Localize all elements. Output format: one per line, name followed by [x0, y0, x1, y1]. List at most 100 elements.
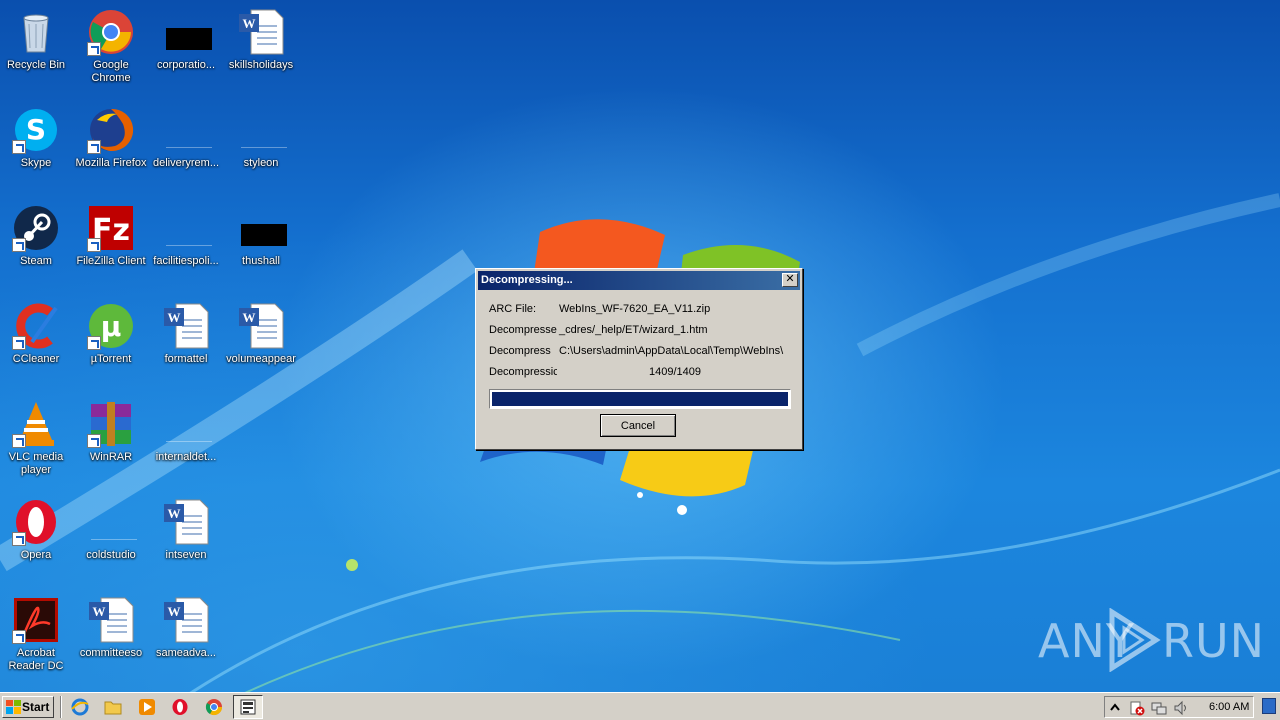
internet-explorer-icon[interactable] [71, 698, 89, 716]
media-player-icon[interactable] [138, 698, 156, 716]
progress-fill [492, 392, 788, 406]
desktop-icon-skype[interactable]: S Skype [0, 106, 73, 170]
word-document-icon: W [162, 498, 210, 546]
desktop-icon-winrar[interactable]: WinRAR [74, 400, 148, 464]
desktop-icon-intseven[interactable]: W intseven [149, 498, 223, 562]
show-desktop-button[interactable] [1262, 698, 1276, 714]
desktop-icon-acrobat[interactable]: Acrobat Reader DC [0, 596, 73, 673]
desktop[interactable]: Recycle Bin Google Chrome corporatio... … [0, 0, 1280, 692]
cancel-button[interactable]: Cancel [600, 414, 676, 437]
count-label: Decompressic [489, 366, 557, 378]
recycle-bin-icon [12, 8, 60, 56]
taskbar-active-window[interactable] [233, 695, 263, 719]
desktop-icon-label: Google Chrome [91, 59, 131, 84]
redacted-icon [162, 8, 212, 56]
blank-file-icon [162, 106, 212, 154]
ccleaner-icon [12, 302, 60, 350]
redacted-icon [237, 204, 287, 252]
desktop-icon-vlc[interactable]: VLC media player [0, 400, 73, 477]
desktop-icon-label: CCleaner [12, 353, 60, 365]
desktop-icon-google-chrome[interactable]: Google Chrome [74, 8, 148, 85]
desktop-icon-internaldet[interactable]: internaldet... [149, 400, 223, 464]
svg-text:W: W [168, 604, 181, 619]
taskbar: Start 6:00 AM [0, 692, 1280, 720]
svg-text:W: W [93, 604, 106, 619]
count-value: 1409/1409 [649, 366, 701, 378]
desktop-icon-label: FileZilla Client [76, 255, 146, 267]
volume-icon[interactable] [1173, 700, 1189, 716]
winrar-icon [87, 400, 135, 448]
clock[interactable]: 6:00 AM [1209, 701, 1249, 713]
word-document-icon: W [87, 596, 135, 644]
start-label: Start [22, 700, 50, 714]
svg-text:µ: µ [101, 310, 122, 343]
desktop-icon-label: facilitiespoli... [153, 255, 219, 267]
desktop-icon-skillsholidays[interactable]: W skillsholidays [224, 8, 298, 72]
dialog-titlebar[interactable]: Decompressing... ✕ [478, 271, 800, 290]
desktop-icon-utorrent[interactable]: µ µTorrent [74, 302, 148, 366]
start-button[interactable]: Start [2, 696, 54, 718]
desktop-icon-corporatio[interactable]: corporatio... [149, 8, 223, 72]
desktop-icon-steam[interactable]: Steam [0, 204, 73, 268]
arc-file-label: ARC File: [489, 303, 537, 315]
play-logo-icon [1109, 608, 1161, 672]
desktop-icon-volumeappear[interactable]: W volumeappear [224, 302, 298, 366]
desktop-icon-label: µTorrent [90, 353, 132, 365]
desktop-icon-deliveryrem[interactable]: deliveryrem... [149, 106, 223, 170]
destination-label: Decompress [489, 345, 551, 357]
desktop-icon-label: volumeappear [226, 353, 296, 365]
firefox-icon [87, 106, 135, 154]
desktop-icon-formattel[interactable]: W formattel [149, 302, 223, 366]
desktop-icon-recycle-bin[interactable]: Recycle Bin [0, 8, 73, 72]
security-alert-icon[interactable] [1129, 700, 1145, 716]
arc-file-value: WebIns_WF-7620_EA_V11.zip [559, 303, 711, 315]
shortcut-arrow-icon [12, 630, 26, 644]
svg-text:W: W [243, 310, 256, 325]
desktop-icon-committeeso[interactable]: W committeeso [74, 596, 148, 660]
shortcut-arrow-icon [12, 434, 26, 448]
desktop-icon-facilitiespoli[interactable]: facilitiespoli... [149, 204, 223, 268]
blank-file-icon [237, 106, 287, 154]
desktop-icon-label: coldstudio [86, 549, 136, 561]
desktop-icon-label: committeeso [79, 647, 143, 659]
desktop-icon-label: corporatio... [156, 59, 216, 71]
desktop-icon-label: WinRAR [89, 451, 133, 463]
desktop-icon-styleon[interactable]: styleon [224, 106, 298, 170]
desktop-icon-filezilla[interactable]: Fz FileZilla Client [74, 204, 148, 268]
system-tray: 6:00 AM [1104, 696, 1254, 718]
watermark-text-right: RUN [1162, 614, 1266, 668]
dialog-title: Decompressing... [481, 274, 573, 286]
desktop-icon-sameadva[interactable]: W sameadva... [149, 596, 223, 660]
utorrent-icon: µ [87, 302, 135, 350]
shortcut-arrow-icon [12, 532, 26, 546]
desktop-icon-label: Recycle Bin [6, 59, 66, 71]
desktop-icon-label: internaldet... [155, 451, 217, 463]
network-icon[interactable] [1151, 700, 1167, 716]
destination-value: C:\Users\admin\AppData\Local\Temp\WebIns… [559, 345, 784, 357]
word-document-icon: W [237, 302, 285, 350]
desktop-icon-label: Skype [20, 157, 52, 169]
taskbar-separator [60, 696, 62, 718]
desktop-icon-opera[interactable]: Opera [0, 498, 73, 562]
skype-icon: S [12, 106, 60, 154]
opera-icon[interactable] [171, 698, 189, 716]
svg-text:W: W [243, 16, 256, 31]
desktop-icon-label: styleon [243, 157, 279, 169]
desktop-icon-thushall[interactable]: thushall [224, 204, 298, 268]
shortcut-arrow-icon [12, 238, 26, 252]
desktop-icon-label: formattel [164, 353, 208, 365]
chrome-icon[interactable] [205, 698, 223, 716]
vlc-icon [12, 400, 60, 448]
close-button[interactable]: ✕ [782, 273, 798, 287]
desktop-icon-label: intseven [165, 549, 207, 561]
shortcut-arrow-icon [12, 336, 26, 350]
desktop-icon-label: Acrobat Reader DC [8, 647, 64, 672]
show-hidden-arrow-icon[interactable] [1107, 700, 1123, 716]
desktop-icon-label: skillsholidays [228, 59, 294, 71]
folder-icon[interactable] [104, 698, 122, 716]
shortcut-arrow-icon [87, 42, 101, 56]
desktop-icon-ccleaner[interactable]: CCleaner [0, 302, 73, 366]
desktop-icon-mozilla-firefox[interactable]: Mozilla Firefox [74, 106, 148, 170]
desktop-icon-coldstudio[interactable]: coldstudio [74, 498, 148, 562]
acrobat-icon [12, 596, 60, 644]
